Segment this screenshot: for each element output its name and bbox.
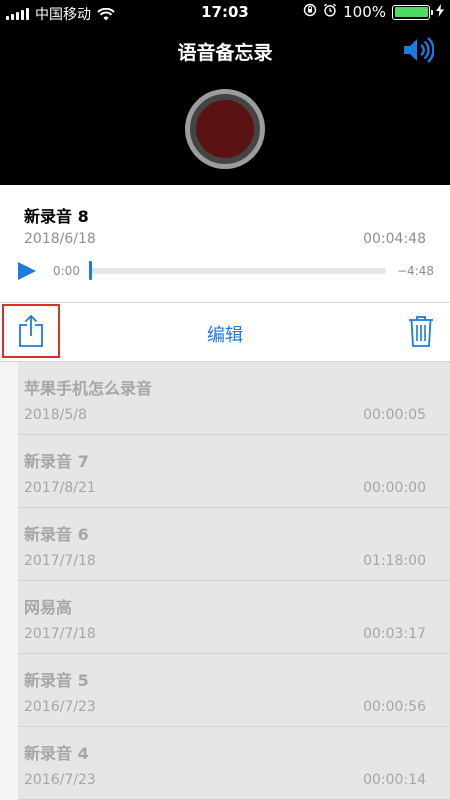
header-area: 中国移动 17:03 100% 语音备忘录 xyxy=(0,0,450,185)
list-item[interactable]: 新录音 7 2017/8/21 00:00:00 xyxy=(18,435,450,508)
alarm-icon xyxy=(323,3,337,21)
edit-button[interactable]: 编辑 xyxy=(0,321,450,347)
play-icon[interactable] xyxy=(18,262,36,280)
recording-date: 2018/5/8 xyxy=(24,407,87,423)
recording-date: 2016/7/23 xyxy=(24,772,96,788)
recording-date: 2017/8/21 xyxy=(24,480,96,496)
elapsed-time: 0:00 xyxy=(53,264,80,278)
recording-name: 新录音 6 xyxy=(24,525,89,544)
toolbar: 编辑 xyxy=(0,304,450,362)
scrubber-track[interactable] xyxy=(90,268,386,274)
list-item[interactable]: 新录音 6 2017/7/18 01:18:00 xyxy=(18,508,450,581)
recording-name: 新录音 7 xyxy=(24,452,89,471)
recording-name: 网易高 xyxy=(24,598,73,617)
recording-date: 2017/7/18 xyxy=(24,626,96,642)
recording-duration: 01:18:00 xyxy=(363,553,426,569)
trash-icon[interactable] xyxy=(408,315,434,351)
battery-percent: 100% xyxy=(343,3,386,21)
recording-date: 2016/7/23 xyxy=(24,699,96,715)
recording-duration: 00:00:00 xyxy=(363,480,426,496)
current-recording-name[interactable]: 新录音 8 xyxy=(24,203,89,227)
orientation-lock-icon xyxy=(303,3,317,21)
status-bar: 中国移动 17:03 100% xyxy=(0,0,450,26)
recording-duration: 00:03:17 xyxy=(363,626,426,642)
list-item[interactable]: 网易高 2017/7/18 00:03:17 xyxy=(18,581,450,654)
list-item[interactable]: 新录音 4 2016/7/23 00:00:14 xyxy=(18,727,450,800)
recording-name: 新录音 5 xyxy=(24,671,89,690)
recording-date: 2017/7/18 xyxy=(24,553,96,569)
app-title: 语音备忘录 xyxy=(177,42,273,64)
list-item[interactable]: 新录音 5 2016/7/23 00:00:56 xyxy=(18,654,450,727)
battery-icon xyxy=(392,4,433,20)
recording-name: 新录音 4 xyxy=(24,744,89,763)
record-button[interactable] xyxy=(185,89,265,169)
list-item[interactable]: 苹果手机怎么录音 2018/5/8 00:00:05 xyxy=(18,362,450,435)
charging-icon xyxy=(436,3,444,21)
record-dot xyxy=(196,100,254,158)
recording-name: 苹果手机怎么录音 xyxy=(24,379,153,398)
current-recording-duration: 00:04:48 xyxy=(363,231,426,247)
remaining-time: −4:48 xyxy=(396,264,434,278)
speaker-icon[interactable] xyxy=(402,36,435,68)
recordings-list: 苹果手机怎么录音 2018/5/8 00:00:05 新录音 7 2017/8/… xyxy=(0,362,450,800)
status-right: 100% xyxy=(303,3,444,21)
scrubber-handle[interactable] xyxy=(89,261,92,280)
recording-duration: 00:00:14 xyxy=(363,772,426,788)
current-recording-date: 2018/6/18 xyxy=(24,231,96,247)
recording-duration: 00:00:05 xyxy=(363,407,426,423)
current-recording: 新录音 8 2018/6/18 00:04:48 0:00 −4:48 xyxy=(0,185,450,303)
recording-duration: 00:00:56 xyxy=(363,699,426,715)
